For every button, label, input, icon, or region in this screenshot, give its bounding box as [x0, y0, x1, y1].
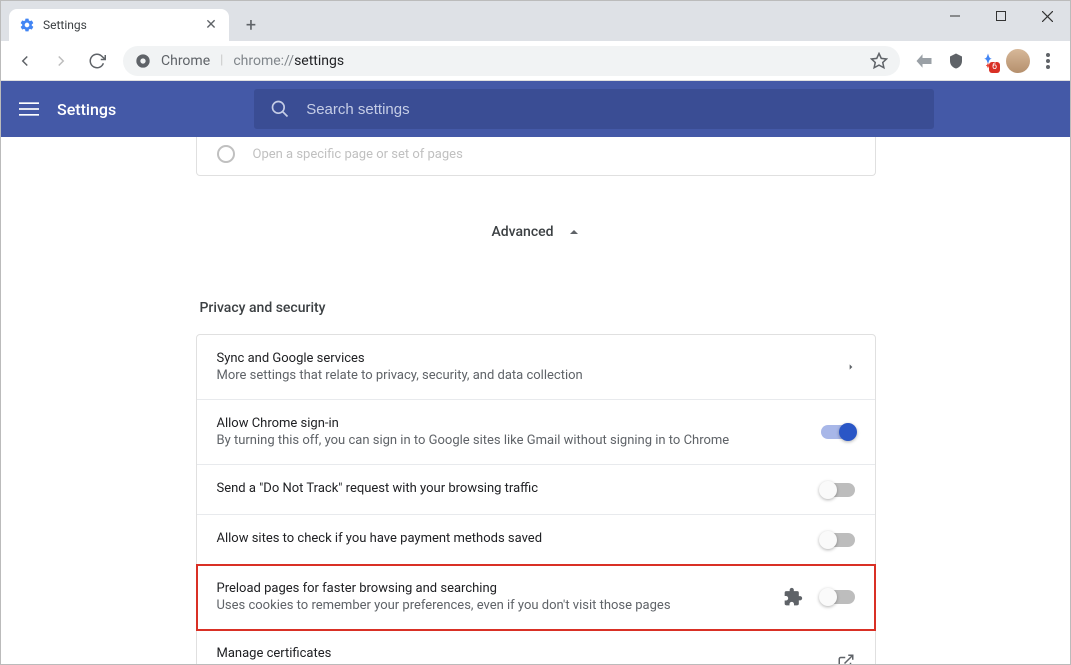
content-area[interactable]: Open a specific page or set of pages Adv… — [1, 137, 1070, 664]
extension-icon[interactable] — [910, 47, 938, 75]
row-subtitle: By turning this off, you can sign in to … — [217, 433, 805, 448]
launch-icon — [837, 653, 855, 664]
row-title: Manage certificates — [217, 646, 821, 661]
advanced-label: Advanced — [491, 224, 553, 240]
omnibox-url: chrome://settings — [233, 53, 344, 69]
privacy-card: Sync and Google services More settings t… — [196, 334, 876, 664]
toggle-payment[interactable] — [821, 533, 855, 547]
extension-badge: 6 — [989, 62, 1000, 73]
back-button[interactable] — [9, 45, 41, 77]
puzzle-icon — [783, 587, 803, 607]
profile-avatar[interactable] — [1006, 49, 1030, 73]
row-title: Sync and Google services — [217, 351, 831, 366]
search-icon — [270, 99, 290, 119]
row-sync[interactable]: Sync and Google services More settings t… — [197, 335, 875, 400]
row-subtitle: More settings that relate to privacy, se… — [217, 368, 831, 383]
chrome-icon — [135, 53, 151, 69]
toggle-signin[interactable] — [821, 425, 855, 439]
row-certificates[interactable]: Manage certificates Manage HTTPS/SSL cer… — [197, 630, 875, 664]
row-dnt: Send a "Do Not Track" request with your … — [197, 465, 875, 515]
row-title: Send a "Do Not Track" request with your … — [217, 481, 805, 496]
row-title: Allow sites to check if you have payment… — [217, 531, 805, 546]
row-signin: Allow Chrome sign-in By turning this off… — [197, 400, 875, 465]
chrome-menu-button[interactable] — [1034, 47, 1062, 75]
tab-title: Settings — [43, 18, 195, 32]
new-tab-button[interactable]: + — [237, 11, 265, 39]
settings-header: Settings — [1, 81, 1070, 137]
close-window-button[interactable] — [1024, 1, 1070, 31]
star-icon[interactable] — [870, 52, 888, 70]
toggle-preload[interactable] — [821, 590, 855, 604]
window-controls — [932, 1, 1070, 31]
advanced-toggle[interactable]: Advanced — [196, 176, 876, 288]
maximize-button[interactable] — [978, 1, 1024, 31]
omnibox[interactable]: Chrome | chrome://settings — [123, 46, 900, 76]
tab-close-button[interactable]: ✕ — [203, 17, 219, 33]
settings-search[interactable] — [254, 89, 934, 129]
ublock-icon[interactable] — [942, 47, 970, 75]
browser-tab[interactable]: Settings ✕ — [9, 9, 229, 41]
window-titlebar: Settings ✕ + — [1, 1, 1070, 41]
gear-icon — [19, 17, 35, 33]
section-title: Privacy and security — [196, 288, 876, 334]
radio-icon — [217, 145, 235, 163]
omnibox-label: Chrome — [161, 53, 210, 69]
omnibox-separator: | — [220, 53, 223, 68]
chevron-right-icon — [847, 361, 855, 373]
toolbar: Chrome | chrome://settings 6 — [1, 41, 1070, 81]
row-title: Preload pages for faster browsing and se… — [217, 581, 767, 596]
reload-button[interactable] — [81, 45, 113, 77]
extension-badge-icon[interactable]: 6 — [974, 47, 1002, 75]
settings-search-input[interactable] — [306, 101, 918, 118]
toggle-dnt[interactable] — [821, 483, 855, 497]
forward-button[interactable] — [45, 45, 77, 77]
row-payment: Allow sites to check if you have payment… — [197, 515, 875, 565]
menu-icon[interactable] — [19, 99, 39, 119]
row-subtitle: Uses cookies to remember your preference… — [217, 598, 767, 613]
settings-title: Settings — [57, 100, 116, 119]
row-title: Allow Chrome sign-in — [217, 416, 805, 431]
minimize-button[interactable] — [932, 1, 978, 31]
startup-label: Open a specific page or set of pages — [253, 147, 463, 162]
row-subtitle: Manage HTTPS/SSL certificates and settin… — [217, 663, 821, 664]
chevron-up-icon — [568, 226, 580, 238]
row-preload: Preload pages for faster browsing and se… — [197, 565, 875, 630]
startup-row-partial[interactable]: Open a specific page or set of pages — [196, 137, 876, 176]
